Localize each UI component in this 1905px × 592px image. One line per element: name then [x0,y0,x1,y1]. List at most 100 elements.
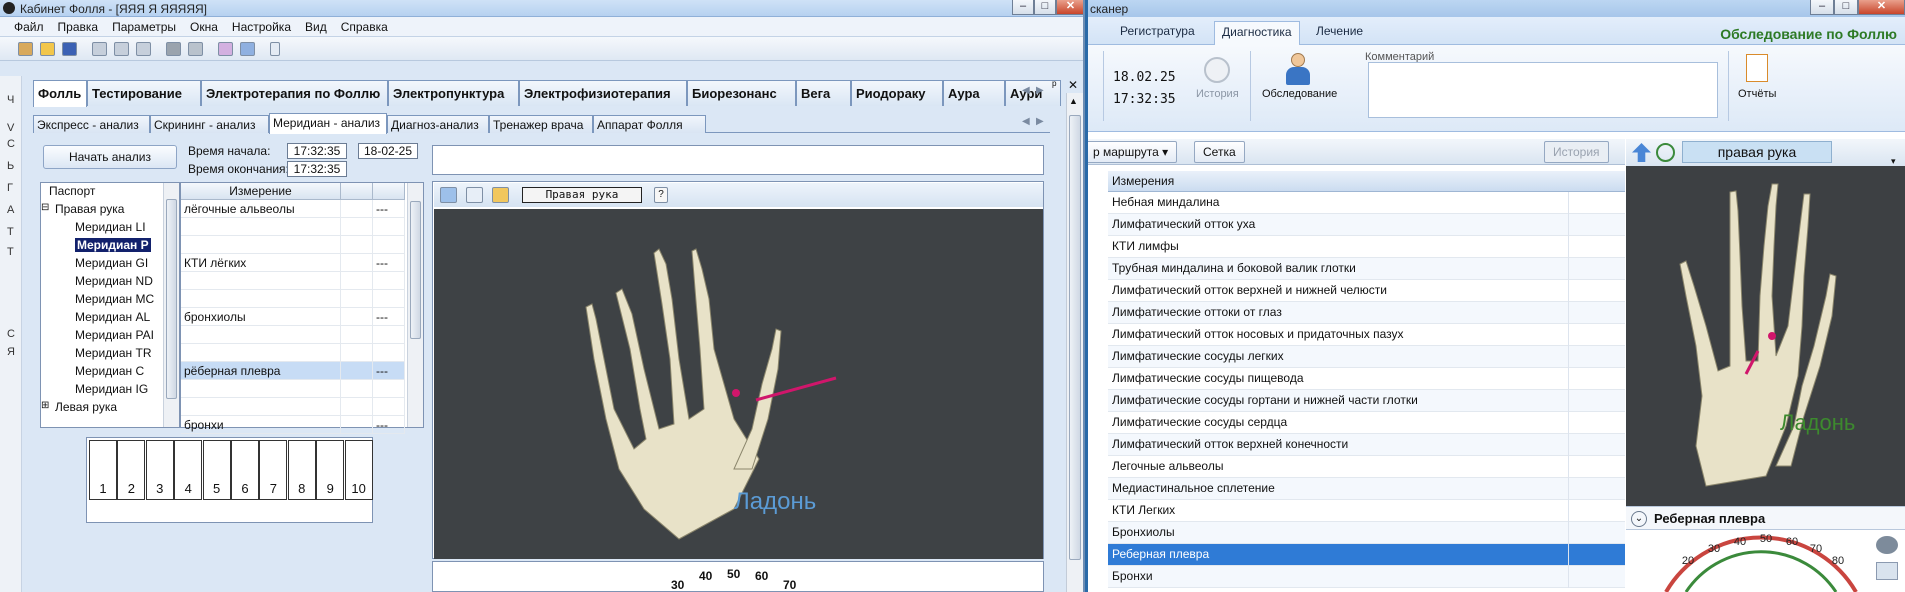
minimize-button[interactable]: – [1012,0,1034,15]
side-strip-item[interactable]: Т [7,246,14,258]
zoom-in-icon[interactable] [1656,143,1675,162]
point-cell[interactable]: 5 [202,440,231,500]
tools-icon[interactable] [218,42,233,56]
main-tab[interactable]: Аура [943,80,1005,106]
tree-item[interactable]: ⊞ Левая рука [41,400,117,418]
measurement-value-cell[interactable] [373,290,405,308]
reports-icon[interactable] [1746,54,1768,82]
measurement-list-row[interactable]: Бронхи [1108,566,1625,588]
measurement-list-row[interactable]: Небная миндалина [1108,192,1625,214]
measurement-col2-cell[interactable] [341,308,373,326]
measurement-value-cell[interactable] [373,236,405,254]
measurement-col2-cell[interactable] [341,398,373,416]
measurement-value-cell[interactable] [373,326,405,344]
measurement-col2-cell[interactable] [341,218,373,236]
grid-button[interactable]: Сетка [1194,141,1245,163]
side-strip-item[interactable]: V [7,122,14,134]
examination-icon[interactable] [1286,53,1310,87]
measurement-list-row[interactable]: Лимфатические оттоки от глаз [1108,302,1625,324]
measurement-name-cell[interactable]: лёгочные альвеолы [181,200,341,218]
measurement-list-row[interactable]: Лимфатический отток носовых и придаточны… [1108,324,1625,346]
measurement-col2-cell[interactable] [341,380,373,398]
point-cell[interactable]: 2 [117,440,146,500]
tree-item[interactable]: Меридиан TR [75,346,152,364]
home-icon[interactable] [1632,143,1651,162]
measurements-column-header[interactable]: Измерения [1108,171,1625,192]
measurement-list-row[interactable]: Лимфатический отток верхней конечности [1108,434,1625,456]
main-tab[interactable]: Электротерапия по Фоллю [201,80,388,106]
sub-tab[interactable]: Экспресс - анализ [33,115,150,133]
help-icon[interactable]: ? [654,187,668,203]
right-minimize-button[interactable]: – [1810,0,1834,15]
measurement-value-cell[interactable] [373,218,405,236]
point-cell[interactable]: 6 [231,440,259,500]
measurement-name-cell[interactable]: КТИ лёгких [181,254,341,272]
measurement-name-cell[interactable]: рёберная плевра [181,362,341,380]
measurement-value-cell[interactable]: --- [373,416,405,434]
subtabs-scroll-left-icon[interactable]: ◀ [1022,116,1030,127]
measurement-name-cell[interactable] [181,344,341,362]
measurement-column-header[interactable]: Измерение [181,183,341,200]
side-strip-item[interactable]: Я [7,346,15,358]
column-header-3[interactable] [373,183,405,200]
menu-item[interactable]: Справка [334,17,395,34]
tree-item[interactable]: Меридиан IG [75,382,148,400]
measurement-col2-cell[interactable] [341,326,373,344]
sub-tab[interactable]: Диагноз-анализ [387,115,489,133]
measurement-name-cell[interactable] [181,380,341,398]
tree-item[interactable]: ⊟ Правая рука [41,202,124,220]
menu-item[interactable]: Окна [183,17,225,34]
side-strip-item[interactable]: Г [7,182,13,194]
menu-item[interactable]: Файл [0,17,51,34]
measurement-list-row[interactable]: Бронхиолы [1108,522,1625,544]
measurement-list-row[interactable]: КТИ Легких [1108,500,1625,522]
menu-item[interactable]: Настройка [225,17,298,34]
main-tab[interactable]: Электропунктура [388,80,519,106]
side-strip-item[interactable]: С [7,328,15,340]
hand-select-icon[interactable] [492,187,509,203]
measurement-name-cell[interactable] [181,272,341,290]
measurement-list-row[interactable]: Реберная плевра [1108,544,1625,566]
tree-item[interactable]: Меридиан PAI [75,328,154,346]
measurement-list-row[interactable]: Трубная миндалина и боковой валик глотки [1108,258,1625,280]
sub-tab[interactable]: Тренажер врача [489,115,593,133]
measurement-col2-cell[interactable] [341,362,373,380]
measurement-name-cell[interactable] [181,398,341,416]
measurement-name-cell[interactable]: бронхиолы [181,308,341,326]
measurement-name-cell[interactable] [181,236,341,254]
gauge-chart-icon[interactable] [1876,562,1898,580]
point-cell[interactable]: 9 [316,440,345,500]
right-close-button[interactable]: ✕ [1858,0,1905,15]
main-tab[interactable]: Вега [796,80,851,106]
start-analysis-button[interactable]: Начать анализ [43,145,177,169]
tree-item[interactable]: Меридиан ND [75,274,153,292]
measurement-name-cell[interactable]: бронхи [181,416,341,434]
point-cell[interactable]: 7 [259,440,288,500]
history-icon[interactable] [1204,57,1230,83]
copy-icon[interactable] [114,42,129,56]
measurement-value-cell[interactable]: --- [373,362,405,380]
measurement-col2-cell[interactable] [341,200,373,218]
main-tab[interactable]: Фолль [33,80,87,107]
ribbon-tab[interactable]: Диагностика [1214,21,1300,46]
gauge-dial-icon[interactable] [1876,536,1898,554]
menu-item[interactable]: Параметры [105,17,183,34]
settings-icon[interactable] [240,42,255,56]
main-tab[interactable]: Биорезонанс [687,80,796,106]
measurement-list-row[interactable]: Лимфатические сосуды легких [1108,346,1625,368]
point-cell[interactable]: 3 [145,440,174,500]
subtabs-scroll-right-icon[interactable]: ▶ [1036,116,1044,127]
point-cell[interactable]: 1 [89,440,117,500]
measurement-value-cell[interactable] [373,398,405,416]
ribbon-tab[interactable]: Лечение [1316,24,1363,38]
main-tab[interactable]: Электрофизиотерапия [519,80,687,106]
measurement-list-row[interactable]: Лимфатические сосуды сердца [1108,412,1625,434]
measurement-col2-cell[interactable] [341,254,373,272]
collapse-chevron-icon[interactable]: ⌄ [1631,511,1647,527]
sub-tab[interactable]: Меридиан - анализ [269,113,387,134]
comment-box[interactable] [432,145,1044,175]
history-label[interactable]: История [1196,88,1239,100]
main-tab[interactable]: Риодораку [851,80,943,106]
paste-icon[interactable] [136,42,151,56]
comment-textarea[interactable] [1368,62,1718,118]
